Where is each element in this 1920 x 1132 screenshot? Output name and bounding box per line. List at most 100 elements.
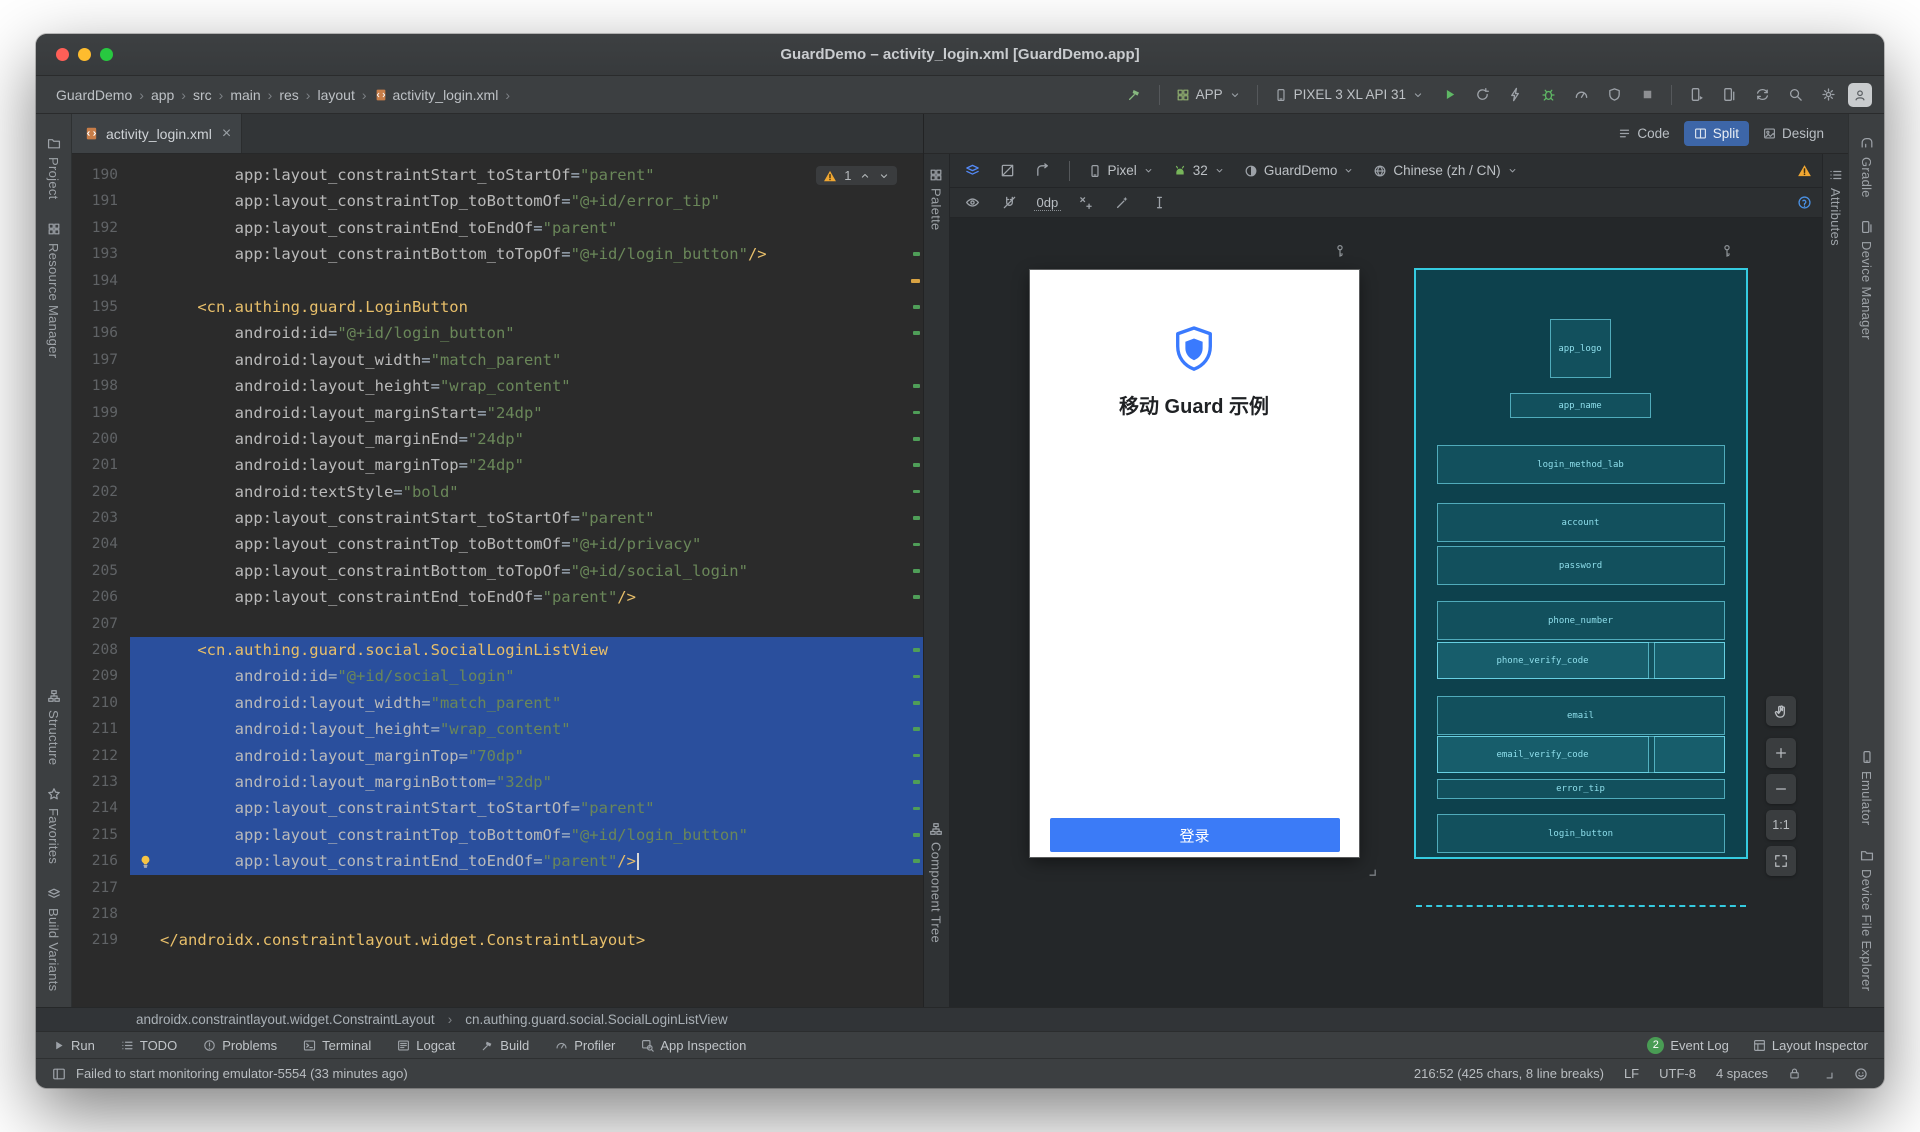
code-line[interactable]: 201 android:layout_marginTop="24dp" bbox=[72, 452, 923, 478]
view-options-button[interactable] bbox=[960, 159, 986, 183]
vcs-change-mark[interactable] bbox=[913, 780, 920, 784]
api-version-selector[interactable]: 32 bbox=[1168, 161, 1230, 180]
design-surface[interactable]: 移动 Guard 示例 登录 app_logoapp_namelogin_met… bbox=[950, 218, 1822, 1007]
run-configuration-select[interactable]: APP bbox=[1171, 85, 1246, 104]
inspections-widget[interactable]: 1 bbox=[816, 166, 896, 185]
tool-window-button-resource-manager[interactable]: Resource Manager bbox=[46, 222, 61, 358]
code-editor[interactable]: 190 app:layout_constraintStart_toStartOf… bbox=[72, 154, 923, 1007]
breadcrumb-item[interactable]: res bbox=[275, 85, 302, 105]
code-line[interactable]: 219</androidx.constraintlayout.widget.Co… bbox=[72, 927, 923, 953]
tool-window-button-structure[interactable]: Structure bbox=[46, 689, 61, 765]
zoom-to-fit-button[interactable] bbox=[1766, 846, 1796, 876]
code-line[interactable]: 210 android:layout_width="match_parent" bbox=[72, 690, 923, 716]
sync-project-button[interactable] bbox=[1749, 83, 1775, 107]
breadcrumb-item[interactable]: main bbox=[226, 85, 264, 105]
vcs-change-mark[interactable] bbox=[913, 675, 920, 679]
preview-resize-handle[interactable] bbox=[1363, 863, 1378, 883]
code-line[interactable]: 193 app:layout_constraintBottom_toTopOf=… bbox=[72, 241, 923, 267]
minimize-window-button[interactable] bbox=[78, 48, 91, 61]
tool-window-button-terminal[interactable]: Terminal bbox=[303, 1038, 371, 1053]
code-line[interactable]: 208 <cn.authing.guard.social.SocialLogin… bbox=[72, 637, 923, 663]
zoom-actual-button[interactable]: 1:1 bbox=[1766, 810, 1796, 840]
code-line[interactable]: 206 app:layout_constraintEnd_toEndOf="pa… bbox=[72, 584, 923, 610]
code-line[interactable]: 191 app:layout_constraintTop_toBottomOf=… bbox=[72, 188, 923, 214]
zoom-out-button[interactable] bbox=[1766, 774, 1796, 804]
vcs-change-mark[interactable] bbox=[913, 411, 920, 415]
blueprint-error_tip[interactable]: error_tip bbox=[1437, 779, 1725, 799]
layout-warning-icon[interactable] bbox=[1797, 163, 1812, 178]
tool-window-button-attributes[interactable]: Attributes bbox=[1828, 168, 1843, 246]
tool-window-button-profiler[interactable]: Profiler bbox=[555, 1038, 615, 1053]
apply-code-changes-button[interactable] bbox=[1502, 83, 1528, 107]
readonly-lock-icon[interactable] bbox=[1788, 1067, 1801, 1080]
locale-selector[interactable]: Chinese (zh / CN) bbox=[1368, 161, 1522, 180]
tool-window-button-app-inspection[interactable]: App Inspection bbox=[641, 1038, 746, 1053]
vcs-change-mark[interactable] bbox=[913, 543, 920, 547]
intention-bulb-icon[interactable] bbox=[138, 854, 153, 869]
blueprint-phone_verify_code[interactable]: phone_verify_code bbox=[1437, 642, 1649, 679]
profile-avatar[interactable] bbox=[1848, 83, 1872, 107]
blueprint-account[interactable]: account bbox=[1437, 503, 1725, 542]
tool-window-toggle-icon[interactable] bbox=[52, 1067, 66, 1081]
tool-window-button-favorites[interactable]: Favorites bbox=[46, 787, 61, 864]
code-line[interactable]: 209 android:id="@+id/social_login" bbox=[72, 663, 923, 689]
profile-button[interactable] bbox=[1568, 83, 1594, 107]
code-line[interactable]: 194 bbox=[72, 268, 923, 294]
tool-window-button-problems[interactable]: Problems bbox=[203, 1038, 277, 1053]
pack-align-button[interactable] bbox=[1146, 191, 1172, 215]
code-line[interactable]: 192 app:layout_constraintEnd_toEndOf="pa… bbox=[72, 215, 923, 241]
vcs-change-mark[interactable] bbox=[913, 807, 920, 811]
code-line[interactable]: 198 android:layout_height="wrap_content" bbox=[72, 373, 923, 399]
tool-window-button-layout-inspector[interactable]: Layout Inspector bbox=[1753, 1038, 1868, 1053]
vcs-change-mark[interactable] bbox=[913, 437, 920, 441]
code-line[interactable]: 212 android:layout_marginTop="70dp" bbox=[72, 743, 923, 769]
code-line[interactable]: 200 android:layout_marginEnd="24dp" bbox=[72, 426, 923, 452]
close-window-button[interactable] bbox=[56, 48, 69, 61]
vcs-change-mark[interactable] bbox=[913, 701, 920, 705]
vcs-change-mark[interactable] bbox=[913, 859, 920, 863]
tool-window-button-todo[interactable]: TODO bbox=[121, 1038, 177, 1053]
breadcrumb-item[interactable]: layout bbox=[313, 85, 358, 105]
blueprint-email[interactable]: email bbox=[1437, 696, 1725, 735]
blueprint-email_verify_code[interactable]: email_verify_code bbox=[1437, 736, 1649, 773]
code-line[interactable]: 217 bbox=[72, 875, 923, 901]
component-breadcrumb-item[interactable]: cn.authing.guard.social.SocialLoginListV… bbox=[461, 1010, 731, 1029]
code-line[interactable]: 195 <cn.authing.guard.LoginButton bbox=[72, 294, 923, 320]
blueprint-app_name[interactable]: app_name bbox=[1510, 393, 1651, 418]
blueprint-phone_number[interactable]: phone_number bbox=[1437, 601, 1725, 640]
tool-window-button-device-manager[interactable]: Device Manager bbox=[1859, 220, 1874, 340]
close-tab-icon[interactable]: × bbox=[222, 126, 231, 142]
vcs-change-mark[interactable] bbox=[913, 384, 920, 388]
orientation-for-preview-button[interactable] bbox=[1030, 159, 1056, 183]
tool-window-button-event-log[interactable]: 2Event Log bbox=[1647, 1037, 1729, 1054]
vcs-change-mark[interactable] bbox=[913, 754, 920, 758]
blueprint-login_method_lab[interactable]: login_method_lab bbox=[1437, 445, 1725, 484]
tool-window-button-gradle[interactable]: Gradle bbox=[1859, 136, 1874, 198]
code-line[interactable]: 204 app:layout_constraintTop_toBottomOf=… bbox=[72, 531, 923, 557]
vcs-change-mark[interactable] bbox=[913, 305, 920, 309]
pan-hand-button[interactable] bbox=[1766, 696, 1796, 726]
file-encoding[interactable]: UTF-8 bbox=[1659, 1066, 1696, 1081]
search-everywhere-button[interactable] bbox=[1782, 83, 1808, 107]
mode-split[interactable]: Split bbox=[1684, 121, 1749, 146]
code-line[interactable]: 199 android:layout_marginStart="24dp" bbox=[72, 400, 923, 426]
login-button-preview[interactable]: 登录 bbox=[1050, 818, 1340, 852]
vcs-change-mark[interactable] bbox=[913, 727, 920, 731]
tool-window-button-emulator[interactable]: Emulator bbox=[1859, 750, 1874, 825]
component-breadcrumb-item[interactable]: androidx.constraintlayout.widget.Constra… bbox=[132, 1010, 439, 1029]
tab-activity-login-xml[interactable]: activity_login.xml × bbox=[72, 114, 242, 153]
tool-window-button-project[interactable]: Project bbox=[46, 136, 61, 200]
vcs-change-mark[interactable] bbox=[913, 490, 920, 494]
code-line[interactable]: 215 app:layout_constraintTop_toBottomOf=… bbox=[72, 822, 923, 848]
code-line[interactable]: 211 android:layout_height="wrap_content" bbox=[72, 716, 923, 742]
preview-phone-blueprint[interactable]: app_logo app_name login_method_labaccount p… bbox=[1416, 270, 1746, 857]
tool-window-button-run[interactable]: Run bbox=[52, 1038, 95, 1053]
mode-design[interactable]: Design bbox=[1753, 121, 1834, 146]
blueprint-app_logo[interactable]: app_logo bbox=[1550, 319, 1611, 378]
indent-setting[interactable]: 4 spaces bbox=[1716, 1066, 1768, 1081]
blueprint-box[interactable] bbox=[1654, 642, 1725, 679]
blueprint-login_button[interactable]: login_button bbox=[1437, 814, 1725, 853]
tool-window-button-component-tree[interactable]: Component Tree bbox=[929, 822, 944, 943]
pair-devices-button[interactable] bbox=[1716, 83, 1742, 107]
error-stripe[interactable] bbox=[910, 154, 923, 1007]
